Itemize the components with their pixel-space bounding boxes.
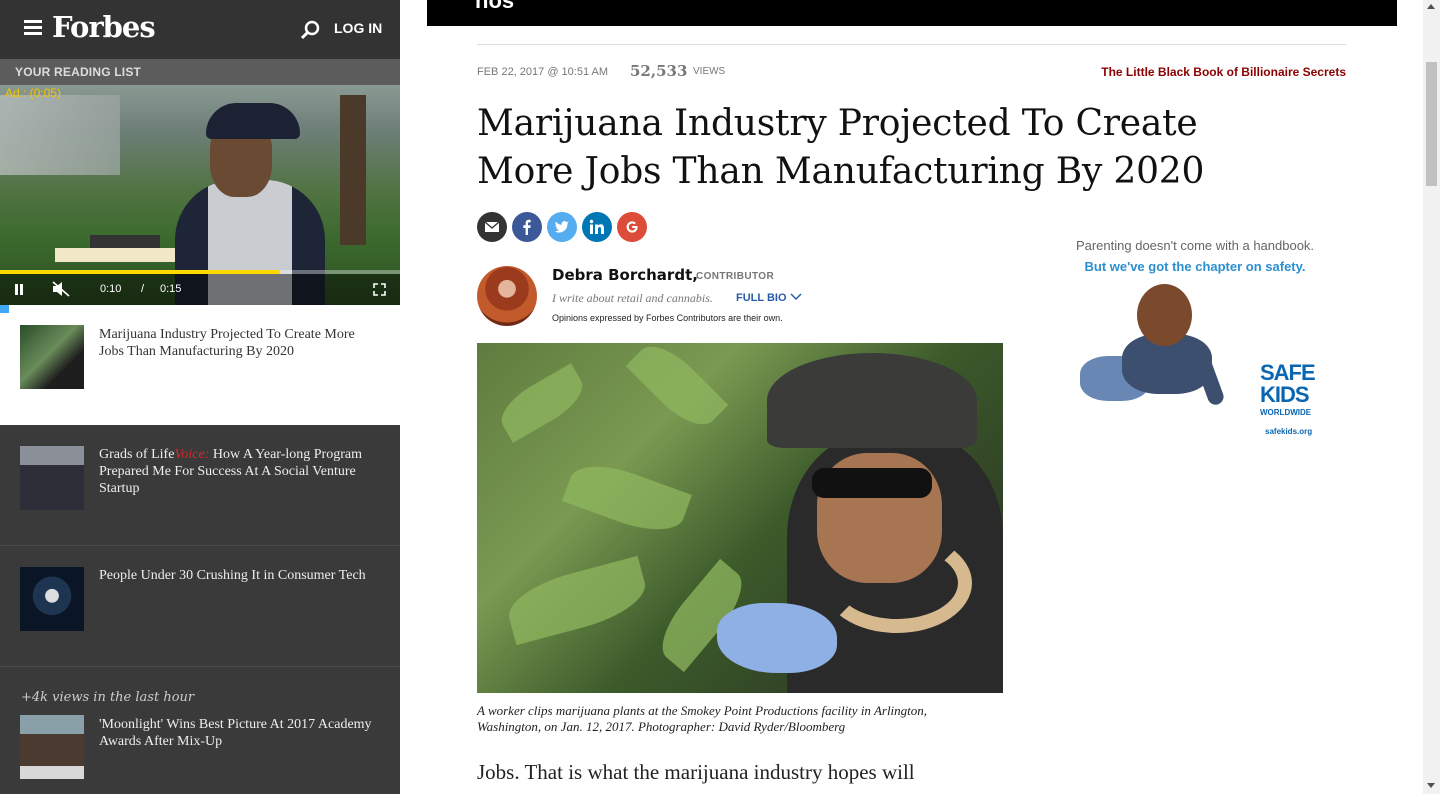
scroll-thumb[interactable] [1426, 62, 1437, 186]
photo-leaf [502, 555, 652, 646]
reading-list-item[interactable]: Grads of LifeVoice: How A Year-long Prog… [0, 425, 400, 546]
reading-list-sidebar: Forbes LOG IN YOUR READING LIST Ad : (0:… [0, 0, 400, 794]
article-body: Jobs. That is what the marijuana industr… [477, 760, 915, 784]
promo-link[interactable]: The Little Black Book of Billionaire Sec… [1101, 65, 1346, 79]
twitter-icon [554, 221, 569, 233]
top-bar: Forbes LOG IN [0, 0, 400, 59]
ad-baby-head [1137, 284, 1192, 346]
reading-list-thumbnail[interactable] [20, 325, 84, 389]
email-icon [484, 221, 500, 232]
linkedin-share-button[interactable] [582, 212, 612, 242]
reading-list-item-active[interactable]: Marijuana Industry Projected To Create M… [0, 305, 400, 425]
active-item-marker [0, 305, 9, 313]
photo-leaf [625, 343, 729, 437]
author-name[interactable]: Debra Borchardt, [552, 266, 698, 284]
ad-countdown-label: Ad : (0:05) [5, 86, 62, 100]
linkedin-icon [589, 219, 604, 234]
video-man-cap [206, 103, 300, 139]
article-headline: Marijuana Industry Projected To Create M… [477, 103, 1205, 192]
safe-kids-url: safekids.org [1265, 427, 1313, 436]
author-avatar[interactable] [477, 266, 537, 326]
photo-leaf [493, 363, 591, 443]
photo-leaf [562, 453, 692, 543]
reading-list-item[interactable]: People Under 30 Crushing It in Consumer … [0, 546, 400, 667]
chevron-down-icon [790, 293, 802, 301]
reading-list-thumbnail[interactable] [20, 446, 84, 510]
reading-list-item-title[interactable]: People Under 30 Crushing It in Consumer … [99, 567, 374, 584]
article-photo[interactable] [477, 343, 1003, 693]
view-count: 52,533 [630, 62, 688, 80]
photo-worker-headphones [822, 533, 972, 633]
twitter-share-button[interactable] [547, 212, 577, 242]
google-plus-share-button[interactable] [617, 212, 647, 242]
video-background-tree [340, 95, 366, 245]
reading-list-item[interactable]: 'Moonlight' Wins Best Picture At 2017 Ac… [0, 667, 400, 788]
safe-kids-logo-kids: KIDS [1260, 382, 1310, 407]
video-time-separator: / [141, 283, 145, 295]
reading-list-item-title[interactable]: 'Moonlight' Wins Best Picture At 2017 Ac… [99, 716, 374, 750]
scroll-down-arrow-icon[interactable] [1427, 783, 1435, 788]
safe-kids-logo-worldwide: WORLDWIDE [1260, 408, 1312, 417]
hamburger-menu-icon[interactable] [24, 20, 42, 36]
reading-list-heading: YOUR READING LIST [0, 59, 400, 85]
google-plus-icon [626, 221, 638, 233]
reading-list-thumbnail[interactable] [20, 567, 84, 631]
video-current-time: 0:10 [100, 283, 122, 295]
views-label: VIEWS [693, 66, 726, 77]
video-duration: 0:15 [160, 283, 182, 295]
video-background-house [0, 95, 120, 175]
photo-worker-glove [717, 603, 837, 673]
advertisement[interactable]: Parenting doesn't come with a handbook. … [1060, 236, 1330, 446]
facebook-share-button[interactable] [512, 212, 542, 242]
reading-list-item-title[interactable]: Marijuana Industry Projected To Create M… [99, 326, 374, 360]
facebook-icon [523, 219, 531, 235]
share-bar [477, 212, 652, 244]
ad-text-line2: But we've got the chapter on safety. [1084, 259, 1306, 274]
banner-text: nos [475, 0, 515, 13]
contributor-disclaimer: Opinions expressed by Forbes Contributor… [552, 313, 783, 323]
author-role: CONTRIBUTOR [696, 271, 775, 282]
photo-worker-cap [767, 353, 977, 448]
pause-icon[interactable] [15, 284, 25, 295]
article-date: FEB 22, 2017 @ 10:51 AM [477, 66, 609, 78]
muted-speaker-icon[interactable] [52, 281, 70, 297]
top-banner[interactable]: nos [427, 0, 1397, 26]
page-scrollbar[interactable] [1423, 0, 1440, 794]
fullscreen-icon[interactable] [373, 283, 386, 296]
reading-list-thumbnail[interactable] [20, 715, 84, 779]
ad-text-line1: Parenting doesn't come with a handbook. [1075, 238, 1315, 253]
search-icon[interactable] [300, 20, 320, 40]
full-bio-toggle[interactable]: FULL BIO [736, 292, 802, 304]
photo-worker-sunglasses [812, 468, 932, 498]
article-main: nos FEB 22, 2017 @ 10:51 AM 52,533 VIEWS… [400, 0, 1423, 794]
video-controls: 0:10 / 0:15 [0, 274, 400, 305]
scroll-up-arrow-icon[interactable] [1427, 4, 1435, 9]
safe-kids-logo-safe: SAFE [1260, 360, 1316, 385]
login-link[interactable]: LOG IN [334, 20, 382, 36]
forbes-logo[interactable]: Forbes [52, 10, 156, 44]
reading-list-item-title[interactable]: Grads of LifeVoice: How A Year-long Prog… [99, 446, 374, 497]
email-share-button[interactable] [477, 212, 507, 242]
full-bio-label: FULL BIO [736, 292, 787, 304]
photo-caption: A worker clips marijuana plants at the S… [477, 703, 928, 734]
author-bio: I write about retail and cannabis. [552, 291, 713, 305]
title-prefix: Grads of Life [99, 447, 175, 462]
voice-label: Voice: [174, 447, 210, 462]
video-player[interactable]: Ad : (0:05) 0:10 / 0:15 [0, 85, 400, 305]
divider [477, 44, 1346, 45]
